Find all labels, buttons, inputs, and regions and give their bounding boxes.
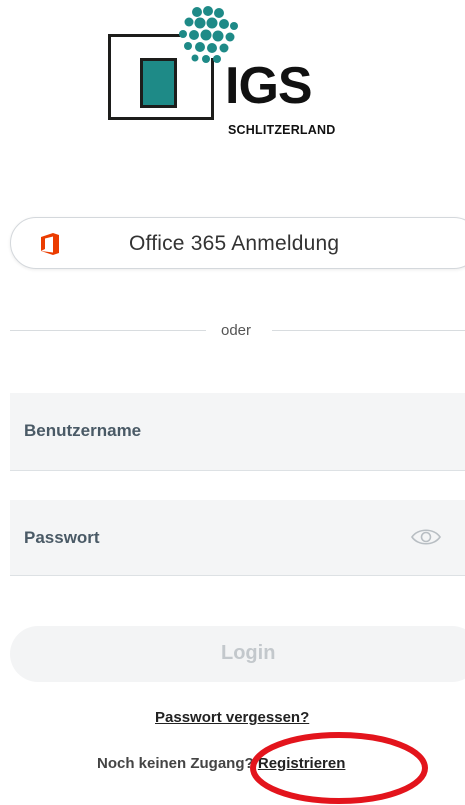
password-input[interactable]: Passwort [10,500,465,576]
logo-teal-square [140,58,177,108]
login-button[interactable]: Login [10,626,465,682]
logo-frame [211,58,214,120]
brand-name: IGS [225,57,313,115]
school-logo: IGS SCHLITZERLAND [0,0,465,160]
office-icon [41,233,59,255]
divider-text: oder [221,322,252,339]
forgot-password-link[interactable]: Passwort vergessen? [155,709,309,726]
eye-icon[interactable] [410,526,442,548]
office365-login-button[interactable]: Office 365 Anmeldung [10,217,465,269]
logo-frame [108,34,111,120]
annotation-ellipse [250,732,428,804]
logo-frame [108,34,180,37]
username-placeholder: Benutzername [24,421,142,440]
divider-line [272,330,465,331]
username-input[interactable]: Benutzername [10,393,465,471]
office365-login-label: Office 365 Anmeldung [129,232,340,255]
logo-frame [108,117,214,120]
brand-subtitle: SCHLITZERLAND [228,123,336,137]
password-placeholder: Passwort [24,528,100,547]
divider-line [10,330,206,331]
no-account-text: Noch keinen Zugang? [97,755,254,772]
login-label: Login [221,642,276,664]
